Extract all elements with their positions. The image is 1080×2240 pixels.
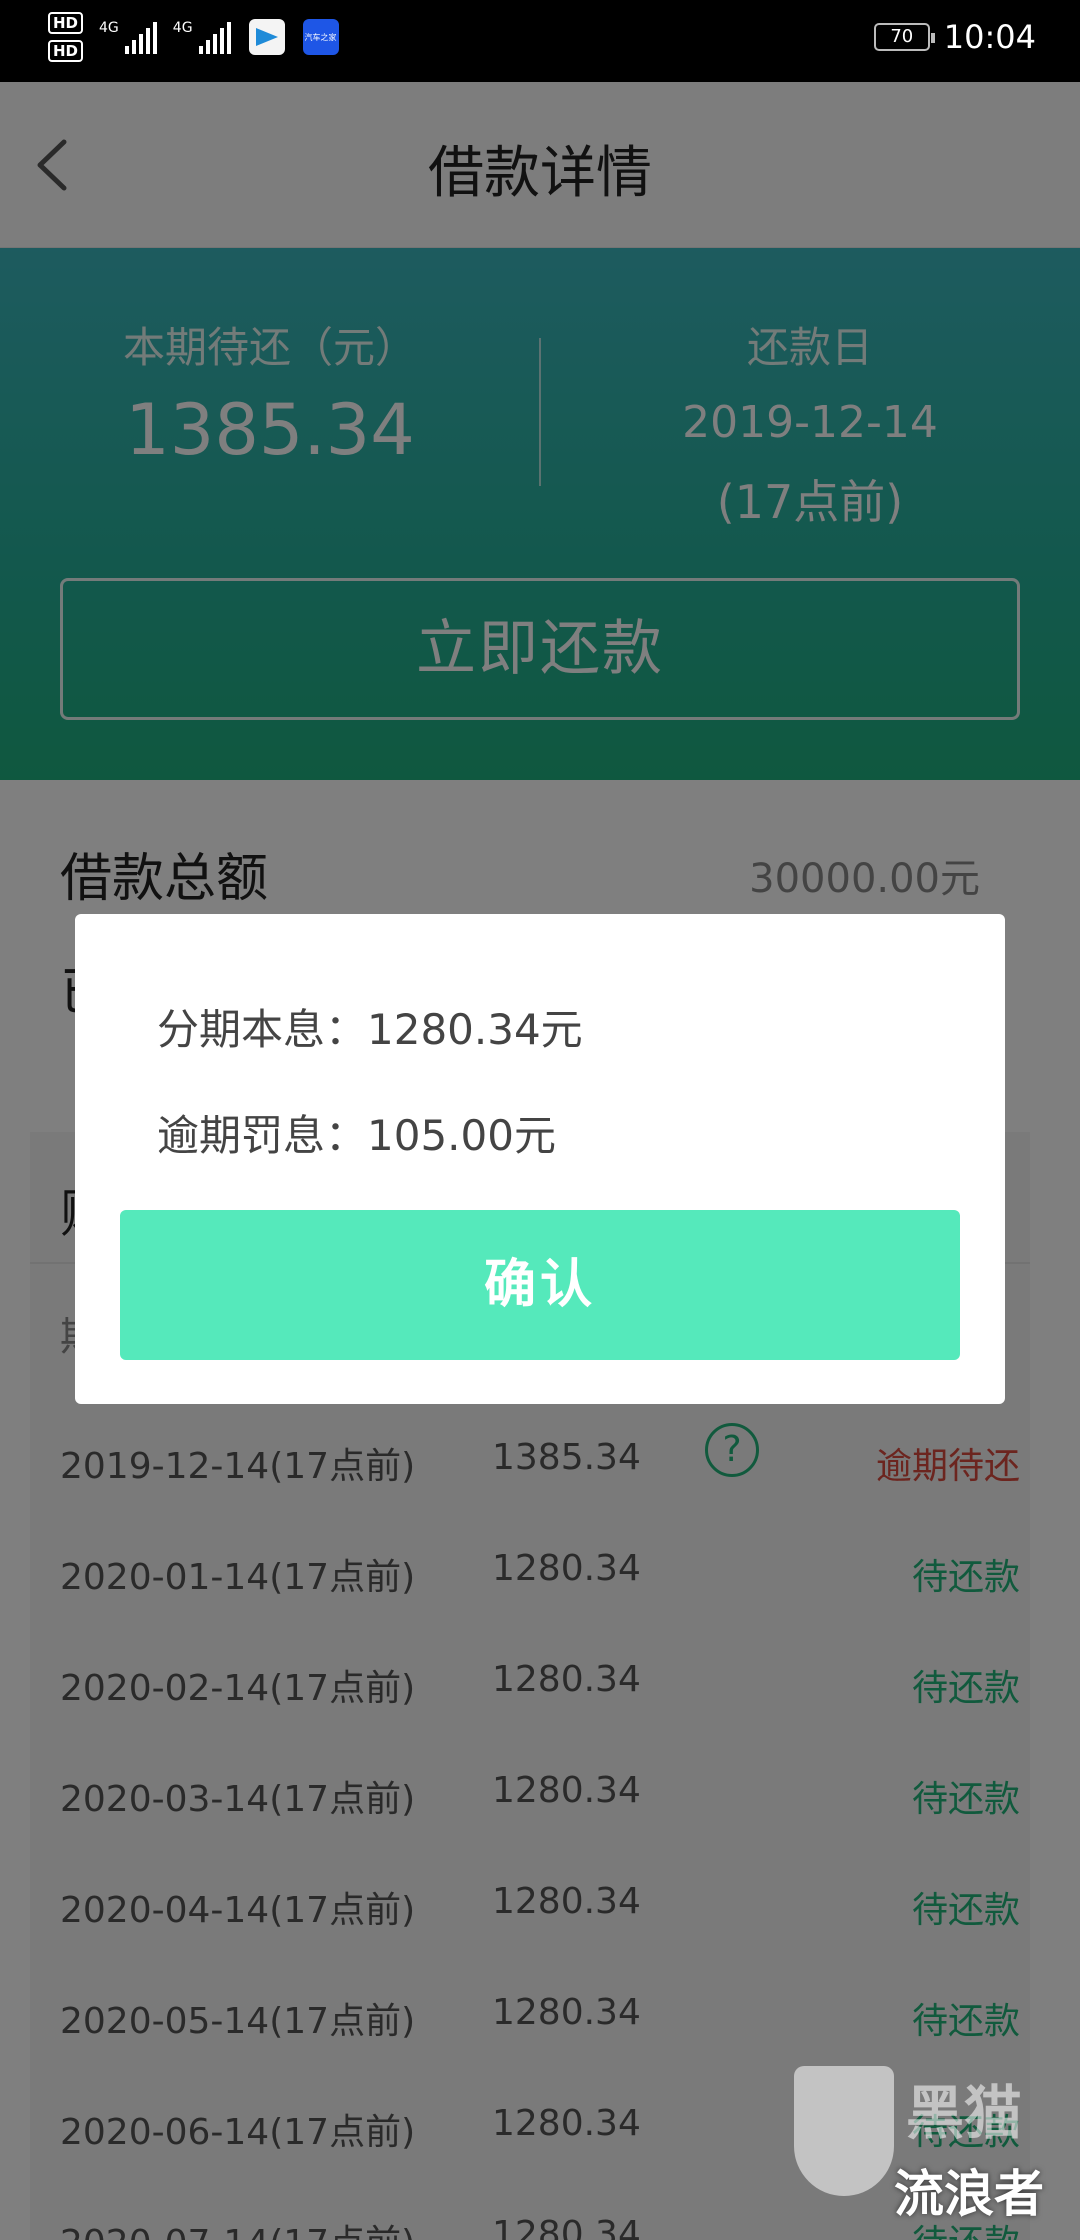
clock: 10:04 [943, 18, 1036, 56]
network-type-label: 4G [172, 20, 193, 36]
hd-icon: HD [48, 40, 84, 62]
autohome-app-icon: 汽车之家 [302, 19, 339, 55]
status-left: HD HD 4G 4G 汽车之家 [48, 12, 339, 62]
status-right: 70 10:04 [873, 18, 1036, 56]
watermark-top-text: 黑猫 [906, 2079, 1023, 2147]
signal-icon: 4G [173, 20, 231, 54]
fee-breakdown-dialog: 分期本息：1280.34元 逾期罚息：105.00元 确认 [75, 914, 1005, 1404]
overdue-penalty: 逾期罚息：105.00元 [157, 1111, 556, 1160]
cat-shield-icon [794, 2066, 894, 2196]
status-bar: HD HD 4G 4G 汽车之家 70 10:04 [0, 0, 1080, 82]
send-app-icon [248, 19, 285, 55]
hd-indicators: HD HD [48, 12, 84, 62]
network-type-label: 4G [99, 20, 119, 36]
battery-icon: 70 [873, 23, 935, 51]
confirm-button[interactable]: 确认 [120, 1210, 960, 1360]
watermark-bottom-text: 流浪者 [894, 2165, 1044, 2223]
signal-icon: 4G [99, 20, 157, 54]
watermark-logo: 黑猫 流浪者 [794, 2066, 1066, 2236]
installment-principal-interest: 分期本息：1280.34元 [157, 1005, 583, 1054]
hd-icon: HD [48, 12, 84, 34]
